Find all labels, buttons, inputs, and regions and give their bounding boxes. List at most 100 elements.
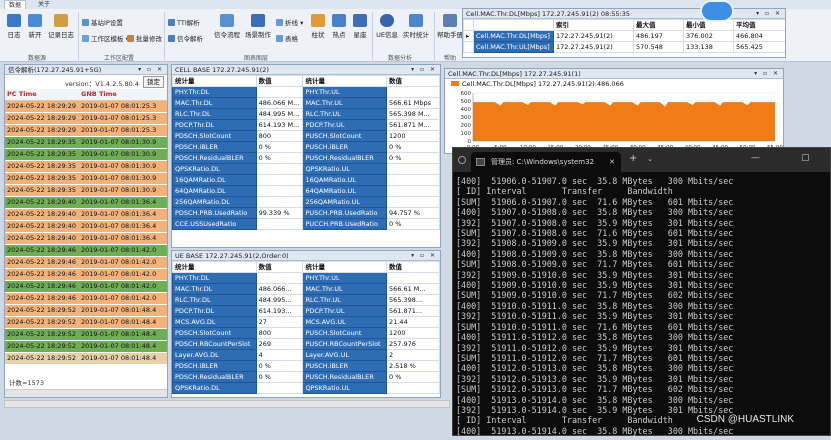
table-row[interactable]: RLC.Thr.DL 484.995... RLC.Thr.UL 565.398... [172,294,440,306]
panel-window-controls[interactable]: ▾ ▫ ✕ [754,69,780,79]
table-row[interactable]: PDCP.Thr.DL 614.193... PDCP.Thr.UL 561.871.… [172,305,440,317]
signal-flow-button[interactable]: 信令流程 [213,14,241,39]
workspace-template-button[interactable]: 工作区模板 ▾ [82,33,129,43]
new-button[interactable]: 新开 [25,14,45,39]
table-row[interactable]: QPSKRatio.DL QPSKRatio.UL [172,163,440,175]
table-row[interactable]: PDSCH.ResidualBLER 0 % PUSCH.ResidualBLER 0… [172,152,440,164]
panel-window-controls[interactable]: ▾ ▫ ✕ [411,65,437,75]
tab-about[interactable]: 关于 [34,0,54,9]
group-data-source-label: 数据源 [28,55,47,62]
table-row[interactable]: 2024-05-22 18:29:40 2019-01-07 08:01:36.4 [5,232,167,245]
table-row[interactable]: 16QAMRatio.DL 16QAMRatio.UL [172,174,440,186]
base-ip-button[interactable]: 基站IP设置 [82,17,123,27]
close-tab-icon[interactable]: ✕ [609,152,615,172]
pc-time-cell: 2024-05-22 18:29:46 [5,292,79,305]
table-row[interactable]: 2024-05-22 18:29:29 2019-01-07 08:01:25.3 [5,112,167,125]
table-row[interactable]: 2024-05-22 18:29:52 2019-01-07 08:01:48.4 [5,304,167,317]
cell-base-panel: CELL BASE 172.27.245.91(2) ▾ ▫ ✕ 统计量 数值 统… [171,64,441,248]
workspace-scrollbar[interactable] [4,400,450,408]
table-row[interactable]: PDSCH.ResidualBLER 0 % PUSCH.ResidualBLER 0… [172,371,440,383]
metric-value-cell: 566.61 Mbps [386,97,440,109]
table-row[interactable]: PDSCH.iBLER 0 % PUSCH.iBLER 0 % [172,141,440,153]
scene-make-button[interactable]: 场景制作 [243,14,273,39]
shield-icon [458,156,466,164]
terminal-line: [392] 51911.0-51912.0 sec 35.9 MBytes 30… [456,342,734,353]
table-row[interactable]: MAC.Thr.DL 486.066... MAC.Thr.UL 566.61 M..… [172,283,440,295]
table-row[interactable]: 256QAMRatio.DL 256QAMRatio.UL [172,196,440,208]
table-row[interactable]: 2024-05-22 18:29:35 2019-01-07 08:01:30.9 [5,172,167,185]
table-row[interactable]: 2024-05-22 18:29:52 2019-01-07 08:01:48.4 [5,352,167,365]
tti-button[interactable]: TTI解析 [168,17,200,27]
new-tab-icon[interactable]: + [629,153,637,164]
polyline-button[interactable]: 折线 ▾ [276,17,303,27]
star-button[interactable]: 星座 [350,14,370,39]
table-row[interactable]: 2024-05-22 18:29:46 2019-01-07 08:01:42.0 [5,292,167,305]
table-row[interactable]: 2024-05-22 18:29:29 2019-01-07 08:01:25.3 [5,100,167,113]
table-button[interactable]: 表格 [276,33,298,43]
panel-window-controls[interactable]: ▾ ▫ ✕ [411,251,437,261]
table-row[interactable]: 2024-05-22 18:29:35 2019-01-07 08:01:30.9 [5,148,167,161]
minimize-icon[interactable]: — [751,153,760,163]
gnb-time-cell: 2019-01-07 08:01:30.9 [79,184,167,197]
table-row[interactable]: MCS.AVG.DL 27 MCS.AVG.UL 21.44 [172,316,440,328]
tab-data[interactable]: 数据 [4,0,27,9]
realtime-stats-button[interactable]: 实时统计 [401,14,431,39]
table-row[interactable]: 2024-05-22 18:29:40 2019-01-07 08:01:36.4 [5,196,167,209]
horizontal-scrollbar[interactable] [5,389,167,397]
table-row[interactable]: PHY.Thr.DL PHY.Thr.UL [172,86,440,98]
table-row[interactable]: Layer.AVG.DL 4 Layer.AVG.UL 2 [172,349,440,361]
table-row[interactable]: QPSKRatio.DL QPSKRatio.UL [172,382,440,394]
lock-button[interactable]: 锁定 [143,76,164,88]
terminal-tab[interactable]: 管理员: C:\Windows\system32 ✕ [471,152,621,172]
table-row[interactable]: PDSCH.RBCountPerSlot 269 PUSCH.RBCountPerS… [172,338,440,350]
table-row[interactable]: PDSCH.iBLER 0 % PUSCH.iBLER 2.518 % [172,360,440,372]
table-row[interactable]: 2024-05-22 18:29:52 2019-01-07 08:01:48.4 [5,328,167,341]
table-row[interactable]: 2024-05-22 18:29:46 2019-01-07 08:01:42.0 [5,280,167,293]
table-row[interactable]: PHY.Thr.DL PHY.Thr.UL [172,272,440,284]
table-row[interactable]: PDSCH.SlotCount 800 PUSCH.SlotCount 1200 [172,327,440,339]
table-row[interactable]: RLC.Thr.DL 484.995 M... RLC.Thr.UL 565.398 … [172,108,440,120]
signal-parse-button[interactable]: 信令解析 [168,33,203,43]
record-log-button[interactable]: 记录日志 [46,14,76,39]
ribbon-separator [78,12,79,60]
stats-row[interactable]: ▸ Cell.MAC.Thr.DL[Mbps] 172.27.245.91(2)… [463,30,785,42]
table-row[interactable]: PDSCH.SlotCount 800 PUSCH.SlotCount 1200 [172,130,440,142]
table-row[interactable]: MAC.Thr.DL 486.066 M... MAC.Thr.UL 566.61 M… [172,97,440,109]
terminal-titlebar: 管理员: C:\Windows\system32 ✕ + ⌄ — ▢ [453,148,830,172]
table-row[interactable]: 2024-05-22 18:29:52 2019-01-07 08:01:48.4 [5,316,167,329]
table-row[interactable]: 2024-05-22 18:29:35 2019-01-07 08:01:30.9 [5,184,167,197]
table-row[interactable]: PDSCH.PRB.UsedRatio 99.339 % PUSCH.PRB.Use… [172,207,440,219]
metric-name-cell: PDSCH.ResidualBLER [172,371,257,383]
table-row[interactable]: 2024-05-22 18:29:52 2019-01-07 08:01:48.4 [5,340,167,353]
log-button[interactable]: 日志 [4,14,24,39]
ribbon-separator [372,12,373,60]
table-row[interactable]: CCE.USSUsedRatio PUCCH.PRB.UsedRatio 0 % [172,218,440,230]
maximize-icon[interactable]: ▢ [801,153,810,163]
table-row[interactable]: 2024-05-22 18:29:35 2019-01-07 08:01:30.9 [5,136,167,149]
table-row[interactable]: 2024-05-22 18:29:46 2019-01-07 08:01:42.0 [5,268,167,281]
bar-button[interactable]: 柱状 [308,14,328,39]
batch-modify-button[interactable]: 批量修改 [127,33,162,43]
table-row[interactable]: 2024-05-22 18:29:46 2019-01-07 08:01:42.0 [5,244,167,257]
table-row[interactable]: 2024-05-22 18:29:40 2019-01-07 08:01:36.4 [5,220,167,233]
panel-window-controls[interactable]: ▾ ▫ ✕ [138,65,164,75]
chevron-down-icon[interactable]: ⌄ [647,155,653,163]
terminal-output[interactable]: [400] 51906.0-51907.0 sec 35.8 MBytes 30… [453,172,830,440]
table-row[interactable]: 2024-05-22 18:29:40 2019-01-07 08:01:36.4 [5,208,167,221]
ue-info-button[interactable]: UE信息 [375,14,399,39]
group-analysis-label: 数据分析 [388,55,413,62]
help-button[interactable]: 帮助手册 [437,14,463,39]
hotspot-button[interactable]: 热点 [329,14,349,39]
table-row[interactable]: 2024-05-22 18:29:46 2019-01-07 08:01:42.0 [5,256,167,269]
table-row[interactable]: PDCP.Thr.DL 614.193 M... PDCP.Thr.UL 561.87… [172,119,440,131]
row-expander[interactable] [463,41,474,53]
table-row[interactable]: 64QAMRatio.DL 64QAMRatio.UL [172,185,440,197]
chart-panel: Cell.MAC.Thr.DL[Mbps] 172.27.245.91(1) ▾ … [444,68,784,154]
row-expander[interactable]: ▸ [463,30,474,42]
stats-row[interactable]: Cell.MAC.Thr.UL[Mbps] 172.27.245.91(2) 5… [463,41,785,53]
realtime-stats-icon [409,14,423,27]
table-row[interactable]: 2024-05-22 18:29:29 2019-01-07 08:01:25.3 [5,124,167,137]
stats-panel-title: Cell.MAC.Thr.DL[Mbps] 172.27.245.91(2) 0… [463,9,785,19]
panel-window-controls[interactable]: ▾ ▫ ✕ [756,9,782,19]
table-row[interactable]: 2024-05-22 18:29:35 2019-01-07 08:01:30.9 [5,160,167,173]
